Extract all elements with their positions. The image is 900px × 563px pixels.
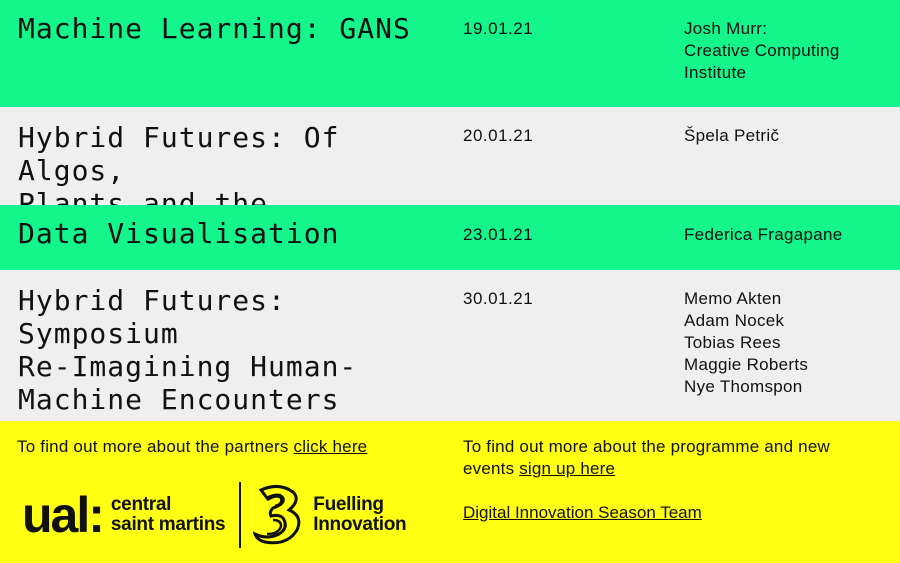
- footer: To find out more about the partners clic…: [0, 421, 900, 563]
- event-date: 19.01.21: [463, 19, 534, 38]
- event-speakers: Špela Petrič: [684, 126, 780, 145]
- event-date: 30.01.21: [463, 289, 534, 308]
- csm-logo: central saint martins: [110, 494, 226, 535]
- programme-text: To find out more about the programme and…: [463, 436, 883, 480]
- event-row-hybrid-futures-algos: Hybrid Futures: Of Algos, Plants and the…: [0, 107, 900, 253]
- event-row-gans: Machine Learning: GANS 19.01.21 Josh Mur…: [0, 0, 900, 107]
- partners-text: To find out more about the partners clic…: [17, 436, 367, 458]
- event-speakers: Memo Akten Adam Nocek Tobias Rees Maggie…: [684, 289, 809, 396]
- event-speakers: Josh Murr: Creative Computing Institute: [684, 19, 840, 82]
- partners-label: To find out more about the partners: [17, 437, 294, 456]
- ual-logo: ual:: [22, 487, 105, 543]
- partners-link[interactable]: click here: [294, 437, 368, 456]
- event-title: Hybrid Futures: Symposium Re-Imagining H…: [18, 284, 358, 416]
- three-logo-icon: [253, 485, 301, 545]
- event-row-data-visualisation: Data Visualisation 23.01.21 Federica Fra…: [0, 205, 900, 270]
- event-date: 23.01.21: [463, 225, 534, 244]
- team-link[interactable]: Digital Innovation Season Team: [463, 502, 702, 524]
- event-date: 20.01.21: [463, 126, 534, 145]
- event-speakers: Federica Fragapane: [684, 225, 843, 244]
- event-title: Machine Learning: GANS: [18, 12, 411, 45]
- event-title: Data Visualisation: [18, 217, 340, 250]
- logo-divider: [239, 482, 242, 548]
- fuelling-innovation-logo: Fuelling Innovation: [313, 494, 407, 535]
- partner-logos: ual: central saint martins Fuelling Inno…: [22, 481, 407, 549]
- signup-link[interactable]: sign up here: [519, 459, 615, 478]
- event-row-symposium: Hybrid Futures: Symposium Re-Imagining H…: [0, 270, 900, 421]
